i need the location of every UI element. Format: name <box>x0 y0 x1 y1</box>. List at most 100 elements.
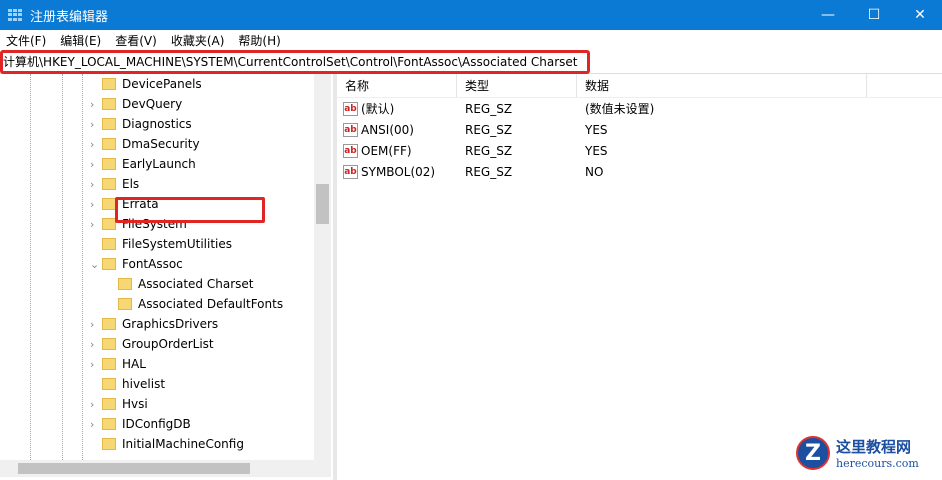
column-name[interactable]: 名称 <box>337 74 457 97</box>
value-name: ANSI(00) <box>361 122 414 137</box>
tree-node[interactable]: Associated DefaultFonts <box>118 294 283 314</box>
tree-vertical-scrollbar[interactable] <box>314 74 331 460</box>
expand-icon[interactable]: › <box>90 418 100 431</box>
folder-icon <box>102 258 116 270</box>
tree-node[interactable]: › DevQuery <box>90 94 183 114</box>
menu-help[interactable]: 帮助(H) <box>238 32 280 49</box>
address-bar[interactable]: 计算机\HKEY_LOCAL_MACHINE\SYSTEM\CurrentCon… <box>0 50 942 74</box>
expand-icon[interactable]: › <box>90 178 100 191</box>
menu-file[interactable]: 文件(F) <box>6 32 46 49</box>
tree-node-label: Associated DefaultFonts <box>138 297 284 311</box>
value-type: REG_SZ <box>465 122 513 137</box>
window-title: 注册表编辑器 <box>30 9 109 25</box>
value-type: REG_SZ <box>465 143 513 158</box>
scroll-thumb[interactable] <box>18 463 250 474</box>
tree-node[interactable]: DevicePanels <box>102 74 202 94</box>
value-row[interactable]: ab ANSI(00) REG_SZ YES <box>337 119 942 140</box>
key-tree: DevicePanels › DevQuery › Diagnostics › DmaSec… <box>0 74 330 460</box>
tree-node-label: DevQuery <box>122 97 183 111</box>
tree-node-label: HAL <box>122 357 146 371</box>
folder-icon <box>102 78 116 90</box>
highlight-box <box>0 50 590 74</box>
close-button[interactable]: ✕ <box>897 0 942 30</box>
string-value-icon: ab <box>343 122 358 137</box>
value-name: OEM(FF) <box>361 143 412 158</box>
menu-bar: 文件(F) 编辑(E) 查看(V) 收藏夹(A) 帮助(H) <box>0 30 942 50</box>
expand-icon[interactable]: › <box>90 358 100 371</box>
value-name: SYMBOL(02) <box>361 164 436 179</box>
tree-node-label: DevicePanels <box>122 77 202 91</box>
tree-node[interactable]: InitialMachineConfig <box>102 434 244 454</box>
tree-node[interactable]: Associated Charset <box>118 274 253 294</box>
expand-icon[interactable]: › <box>90 318 100 331</box>
folder-icon <box>102 178 116 190</box>
expand-icon[interactable]: ⌄ <box>90 258 100 271</box>
tree-node-label: EarlyLaunch <box>122 157 196 171</box>
folder-icon <box>102 418 116 430</box>
tree-node-label: Associated Charset <box>138 277 254 291</box>
tree-node-label: DmaSecurity <box>122 137 200 151</box>
tree-node-label: FileSystemUtilities <box>122 237 232 251</box>
folder-icon <box>102 318 116 330</box>
value-row[interactable]: ab SYMBOL(02) REG_SZ NO <box>337 161 942 182</box>
scroll-thumb[interactable] <box>316 184 329 224</box>
value-data: YES <box>585 143 608 158</box>
tree-node[interactable]: › Hvsi <box>90 394 148 414</box>
tree-node-label: InitialMachineConfig <box>122 437 244 451</box>
folder-icon <box>118 278 132 290</box>
menu-favorites[interactable]: 收藏夹(A) <box>171 32 225 49</box>
title-bar: 注册表编辑器 — ☐ ✕ <box>0 0 942 30</box>
tree-node[interactable]: hivelist <box>102 374 165 394</box>
tree-node[interactable]: › EarlyLaunch <box>90 154 196 174</box>
values-list: 名称 类型 数据 ab (默认) REG_SZ (数值未设置) ab ANSI(00) RE… <box>337 74 942 480</box>
folder-icon <box>102 98 116 110</box>
value-type: REG_SZ <box>465 164 513 179</box>
folder-icon <box>102 138 116 150</box>
expand-icon[interactable]: › <box>90 218 100 231</box>
string-value-icon: ab <box>343 143 358 158</box>
value-data: YES <box>585 122 608 137</box>
string-value-icon: ab <box>343 101 358 116</box>
expand-icon[interactable]: › <box>90 158 100 171</box>
tree-node[interactable]: › IDConfigDB <box>90 414 191 434</box>
tree-node-label: hivelist <box>122 377 166 391</box>
tree-node[interactable]: › GroupOrderList <box>90 334 214 354</box>
folder-icon <box>118 298 132 310</box>
menu-view[interactable]: 查看(V) <box>115 32 157 49</box>
expand-icon[interactable]: › <box>90 138 100 151</box>
tree-node[interactable]: › GraphicsDrivers <box>90 314 218 334</box>
tree-node[interactable]: › DmaSecurity <box>90 134 200 154</box>
tree-node-label: GroupOrderList <box>122 337 214 351</box>
expand-icon[interactable]: › <box>90 338 100 351</box>
expand-icon[interactable]: › <box>90 398 100 411</box>
tree-horizontal-scrollbar[interactable] <box>0 460 331 477</box>
value-data: NO <box>585 164 604 179</box>
folder-icon <box>102 238 116 250</box>
string-value-icon: ab <box>343 164 358 179</box>
folder-icon <box>102 398 116 410</box>
logo-icon: Z <box>796 436 830 470</box>
expand-icon[interactable]: › <box>90 98 100 111</box>
expand-icon[interactable]: › <box>90 118 100 131</box>
value-data: (数值未设置) <box>585 102 655 116</box>
column-type[interactable]: 类型 <box>457 74 577 97</box>
selection-highlight <box>115 197 265 223</box>
value-row[interactable]: ab OEM(FF) REG_SZ YES <box>337 140 942 161</box>
tree-node[interactable]: › HAL <box>90 354 146 374</box>
tree-node[interactable]: ⌄ FontAssoc <box>90 254 183 274</box>
tree-node-label: FontAssoc <box>122 257 183 271</box>
maximize-button[interactable]: ☐ <box>851 0 897 30</box>
tree-node[interactable]: › Els <box>90 174 140 194</box>
regedit-icon <box>8 9 22 21</box>
column-data[interactable]: 数据 <box>577 74 867 97</box>
expand-icon[interactable]: › <box>90 198 100 211</box>
menu-edit[interactable]: 编辑(E) <box>60 32 101 49</box>
minimize-button[interactable]: — <box>805 0 851 30</box>
folder-icon <box>102 358 116 370</box>
tree-node-label: Diagnostics <box>122 117 192 131</box>
tree-node-label: Els <box>122 177 140 191</box>
tree-node[interactable]: › Diagnostics <box>90 114 192 134</box>
folder-icon <box>102 118 116 130</box>
value-row[interactable]: ab (默认) REG_SZ (数值未设置) <box>337 98 942 119</box>
tree-node[interactable]: FileSystemUtilities <box>102 234 232 254</box>
